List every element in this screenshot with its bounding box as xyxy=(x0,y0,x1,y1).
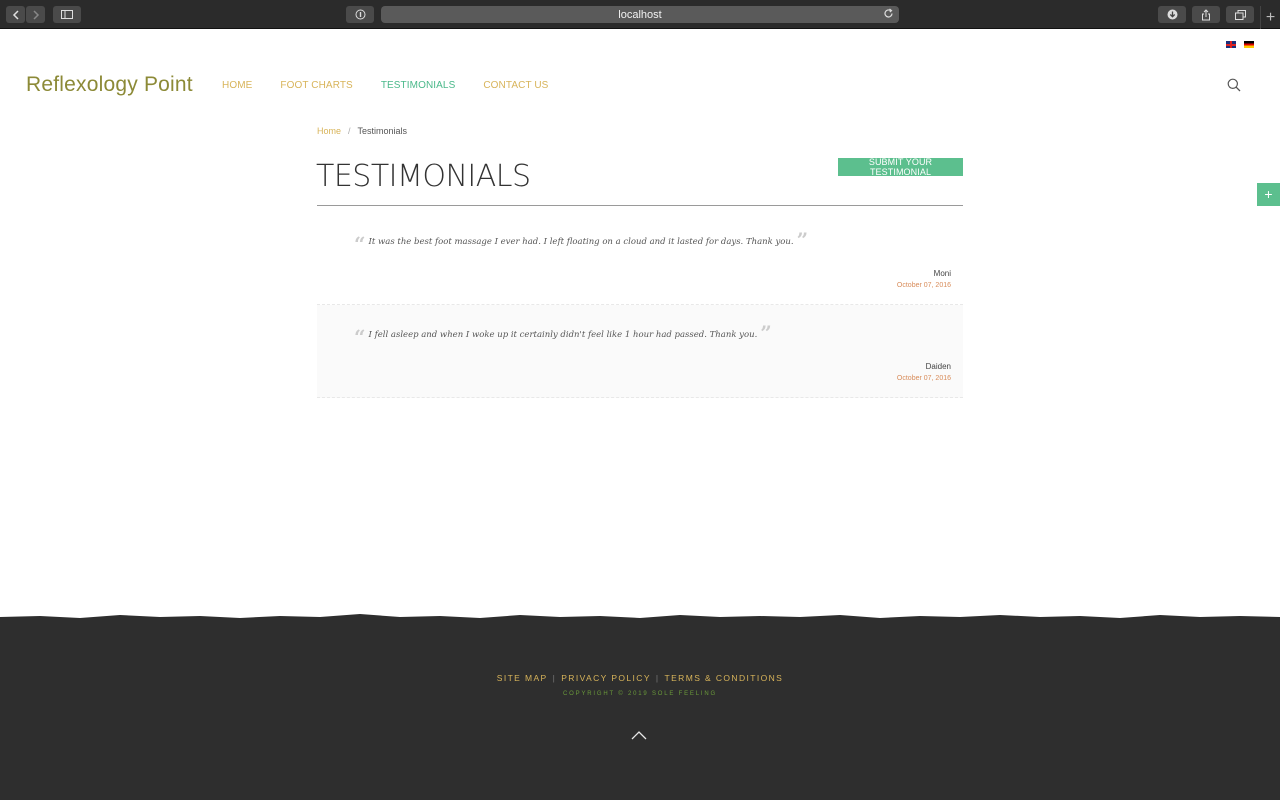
nav-testimonials[interactable]: TESTIMONIALS xyxy=(381,80,456,91)
testimonial-author: Daiden xyxy=(925,362,951,371)
close-quote-icon: ” xyxy=(760,321,772,345)
open-quote-icon: “ xyxy=(354,325,366,349)
reload-icon[interactable] xyxy=(883,8,894,19)
share-icon xyxy=(1202,8,1210,20)
back-button[interactable] xyxy=(6,6,25,23)
chevron-up-icon[interactable] xyxy=(630,729,648,741)
nav-foot-charts[interactable]: FOOT CHARTS xyxy=(280,80,352,91)
testimonial-item: “ It was the best foot massage I ever ha… xyxy=(317,212,963,305)
address-text: localhost xyxy=(618,8,662,21)
tabs-overview-button[interactable] xyxy=(1226,6,1254,23)
testimonial-quote: “ It was the best foot massage I ever ha… xyxy=(354,228,809,256)
site-footer: SITE MAP | PRIVACY POLICY | TERMS & CONDITIO… xyxy=(0,614,1280,800)
new-tab-button[interactable]: + xyxy=(1260,6,1280,29)
footer-copyright: COPYRIGHT © 2019 SOLE FEELING xyxy=(563,691,717,697)
page-title: TESTIMONIALS xyxy=(316,159,531,194)
chevron-left-icon xyxy=(12,9,19,20)
sidebar-icon xyxy=(61,10,73,19)
testimonial-quote: “ I fell asleep and when I woke up it ce… xyxy=(354,321,772,349)
nav-home[interactable]: HOME xyxy=(222,80,252,91)
testimonial-text: I fell asleep and when I woke up it cert… xyxy=(368,330,758,340)
address-bar[interactable]: localhost xyxy=(381,6,899,23)
testimonial-text: It was the best foot massage I ever had.… xyxy=(368,237,794,247)
language-switcher xyxy=(1226,41,1254,48)
submit-testimonial-button[interactable]: SUBMIT YOUR TESTIMONIAL xyxy=(838,157,963,177)
password-icon xyxy=(355,9,365,20)
close-quote-icon: ” xyxy=(796,228,809,252)
breadcrumb-home-link[interactable]: Home xyxy=(317,126,341,136)
breadcrumb: Home / Testimonials xyxy=(317,126,407,136)
breadcrumb-separator: / xyxy=(348,126,351,136)
forward-button[interactable] xyxy=(26,6,45,23)
share-button[interactable] xyxy=(1192,6,1220,23)
testimonial-item: “ I fell asleep and when I woke up it ce… xyxy=(317,305,963,398)
breadcrumb-current: Testimonials xyxy=(357,126,408,136)
english-flag-icon[interactable] xyxy=(1226,41,1236,48)
testimonial-date: October 07, 2016 xyxy=(896,282,951,289)
main-nav: HOME FOOT CHARTS TESTIMONIALS CONTACT US xyxy=(222,80,576,91)
testimonial-list: “ It was the best foot massage I ever ha… xyxy=(317,212,963,398)
footer-privacy-policy-link[interactable]: PRIVACY POLICY xyxy=(561,673,651,683)
footer-terms-link[interactable]: TERMS & CONDITIONS xyxy=(665,673,784,683)
password-manager-button[interactable] xyxy=(346,6,374,23)
title-divider xyxy=(317,205,963,206)
side-panel-toggle[interactable]: + xyxy=(1257,183,1280,206)
sidebar-toggle-button[interactable] xyxy=(53,6,81,23)
testimonial-author: Moni xyxy=(933,269,951,278)
torn-paper-edge xyxy=(0,614,1280,623)
browser-toolbar: localhost + xyxy=(0,0,1280,29)
site-logo[interactable]: Reflexology Point xyxy=(26,73,193,97)
open-quote-icon: “ xyxy=(354,232,366,256)
testimonial-date: October 07, 2016 xyxy=(896,375,951,382)
footer-links: SITE MAP | PRIVACY POLICY | TERMS & CONDITIO… xyxy=(496,673,784,683)
footer-site-map-link[interactable]: SITE MAP xyxy=(497,673,548,683)
web-page: Reflexology Point HOME FOOT CHARTS TESTI… xyxy=(0,29,1280,800)
nav-contact-us[interactable]: CONTACT US xyxy=(483,80,548,91)
chevron-right-icon xyxy=(32,9,39,20)
search-icon[interactable] xyxy=(1227,78,1241,92)
downloads-button[interactable] xyxy=(1158,6,1186,23)
german-flag-icon[interactable] xyxy=(1244,41,1254,48)
tabs-icon xyxy=(1234,9,1246,20)
download-icon xyxy=(1167,9,1177,20)
